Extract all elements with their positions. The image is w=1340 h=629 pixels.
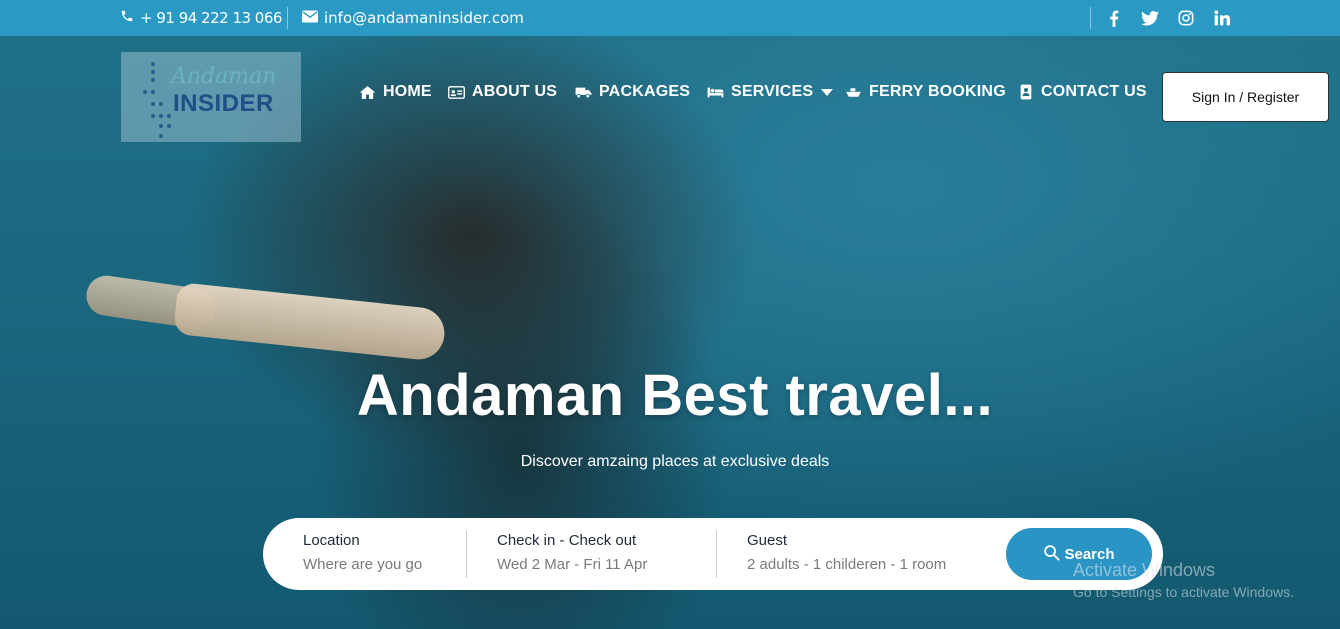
logo-wordmark: INSIDER	[173, 90, 274, 117]
guest-input[interactable]: 2 adults - 1 childeren - 1 room	[747, 556, 946, 573]
nav-contact-us[interactable]: CONTACT US	[1017, 80, 1147, 104]
date-range-field[interactable]: Check in - Check out Wed 2 Mar - Fri 11 …	[497, 532, 647, 573]
hero-title: Andaman Best travel...	[356, 363, 994, 428]
topbar-divider	[1090, 7, 1091, 29]
location-input[interactable]: Where are you go	[303, 556, 422, 573]
phone-contact[interactable]: + 91 94 222 13 066	[120, 0, 282, 36]
nav-packages[interactable]: PACKAGES	[575, 80, 690, 104]
guest-field[interactable]: Guest 2 adults - 1 childeren - 1 room	[747, 532, 946, 573]
guest-label: Guest	[747, 532, 788, 549]
envelope-icon	[302, 9, 318, 27]
address-book-icon	[1017, 84, 1034, 101]
location-label: Location	[303, 532, 360, 549]
hero-subtitle: Discover amzaing places at exclusive dea…	[520, 453, 830, 470]
phone-icon	[120, 9, 134, 27]
home-icon	[359, 84, 376, 101]
linkedin-icon[interactable]	[1213, 9, 1231, 27]
topbar-divider	[287, 7, 288, 29]
phone-number: + 91 94 222 13 066	[140, 9, 282, 27]
date-range-input[interactable]: Wed 2 Mar - Fri 11 Apr	[497, 556, 647, 573]
nav-ferry-booking[interactable]: FERRY BOOKING	[845, 80, 1006, 104]
nav-home-label: HOME	[383, 83, 432, 100]
nav-services-dropdown[interactable]: SERVICES	[707, 80, 834, 104]
instagram-icon[interactable]	[1177, 9, 1195, 27]
social-links	[1105, 0, 1231, 36]
nav-ferry-label: FERRY BOOKING	[869, 83, 1006, 100]
nav-about-label: ABOUT US	[472, 83, 558, 100]
search-bar: Location Where are you go Check in - Che…	[263, 518, 1163, 590]
email-address: info@andamaninsider.com	[324, 9, 524, 27]
nav-packages-label: PACKAGES	[599, 83, 691, 100]
facebook-icon[interactable]	[1105, 9, 1123, 27]
ship-icon	[845, 84, 862, 101]
date-range-label: Check in - Check out	[497, 532, 637, 549]
chevron-down-icon	[821, 88, 834, 96]
search-icon	[1043, 544, 1060, 565]
services-icon	[707, 84, 724, 101]
site-logo[interactable]: Andaman INSIDER	[121, 52, 301, 142]
nav-about-us[interactable]: ABOUT US	[448, 80, 557, 104]
twitter-icon[interactable]	[1141, 9, 1159, 27]
logo-dots-graphic	[141, 60, 171, 138]
nav-contact-label: CONTACT US	[1041, 83, 1147, 100]
windows-activation-watermark: Activate Windows Go to Settings to activ…	[1073, 560, 1294, 600]
nav-home[interactable]: HOME	[359, 80, 432, 104]
truck-icon	[575, 84, 592, 101]
elephant-tusk-right	[173, 282, 447, 362]
search-divider	[466, 530, 467, 578]
location-field[interactable]: Location Where are you go	[303, 532, 422, 573]
watermark-subtitle: Go to Settings to activate Windows.	[1073, 584, 1294, 600]
top-contact-bar: + 91 94 222 13 066 info@andamaninsider.c…	[0, 0, 1340, 36]
watermark-title: Activate Windows	[1073, 560, 1216, 580]
nav-services-label: SERVICES	[731, 83, 814, 100]
sign-in-register-button[interactable]: Sign In / Register	[1162, 72, 1329, 122]
search-divider	[716, 530, 717, 578]
id-card-icon	[448, 84, 465, 101]
logo-script-text: Andaman	[171, 64, 277, 89]
email-contact[interactable]: info@andamaninsider.com	[302, 0, 524, 36]
